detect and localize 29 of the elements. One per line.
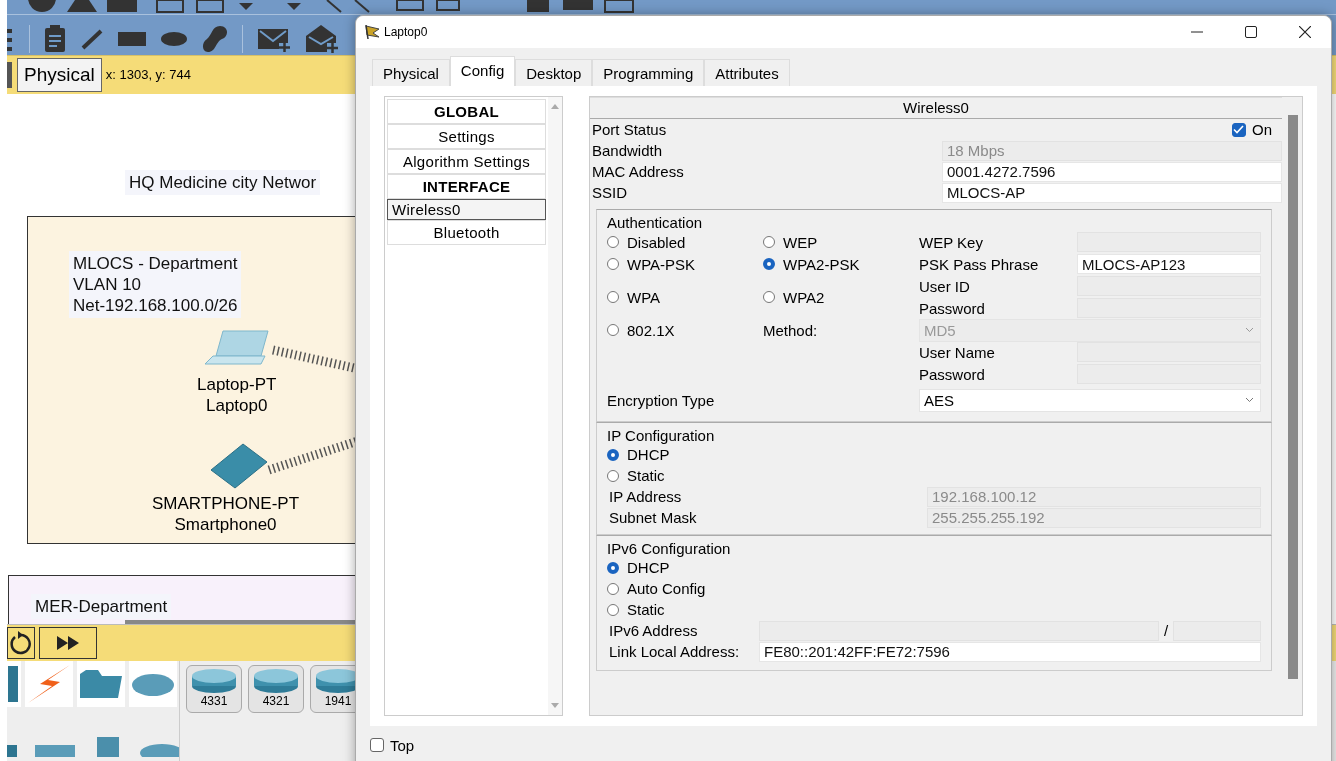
section-title: IPv6 Configuration (607, 540, 732, 557)
field-label: Method: (763, 321, 819, 339)
canvas-note: MER-Department (31, 593, 172, 619)
canvas-note: HQ Medicine city Networ (125, 169, 321, 195)
field-label: Subnet Mask (609, 509, 697, 526)
field-label: User Name (919, 343, 996, 361)
checkbox-label: On (1252, 121, 1272, 138)
field-label: PSK Pass Phrase (919, 255, 1040, 273)
field-label: Bandwidth (592, 142, 663, 159)
panel-title: Wireless0 (590, 97, 1282, 119)
field-label: IP Address (609, 488, 682, 505)
field-label: Password (919, 299, 986, 317)
field-label: Port Status (592, 121, 667, 138)
cursor-coordinates: x: 1303, y: 744 (105, 67, 192, 83)
device-label: SMARTPHONE-PT Smartphone0 (152, 492, 300, 535)
field-label: SSID (592, 184, 627, 201)
window-title: Laptop0 (384, 25, 428, 39)
field-label: User ID (919, 277, 971, 295)
field-label: Link Local Address: (609, 643, 741, 660)
field-label: IPv6 Address (609, 622, 699, 639)
section-title: Authentication (607, 214, 704, 231)
field-label: WEP Key (919, 233, 984, 251)
section-title: IP Configuration (607, 427, 716, 444)
field-label: MAC Address (592, 163, 684, 180)
device-label: Laptop-PT Laptop0 (197, 373, 277, 416)
field-label: Password (919, 365, 986, 383)
field-label: Encryption Type (607, 391, 716, 409)
canvas-note: MLOCS - Department VLAN 10 Net-192.168.100.0/26 (69, 250, 242, 318)
prefix-separator: / (1162, 622, 1170, 639)
